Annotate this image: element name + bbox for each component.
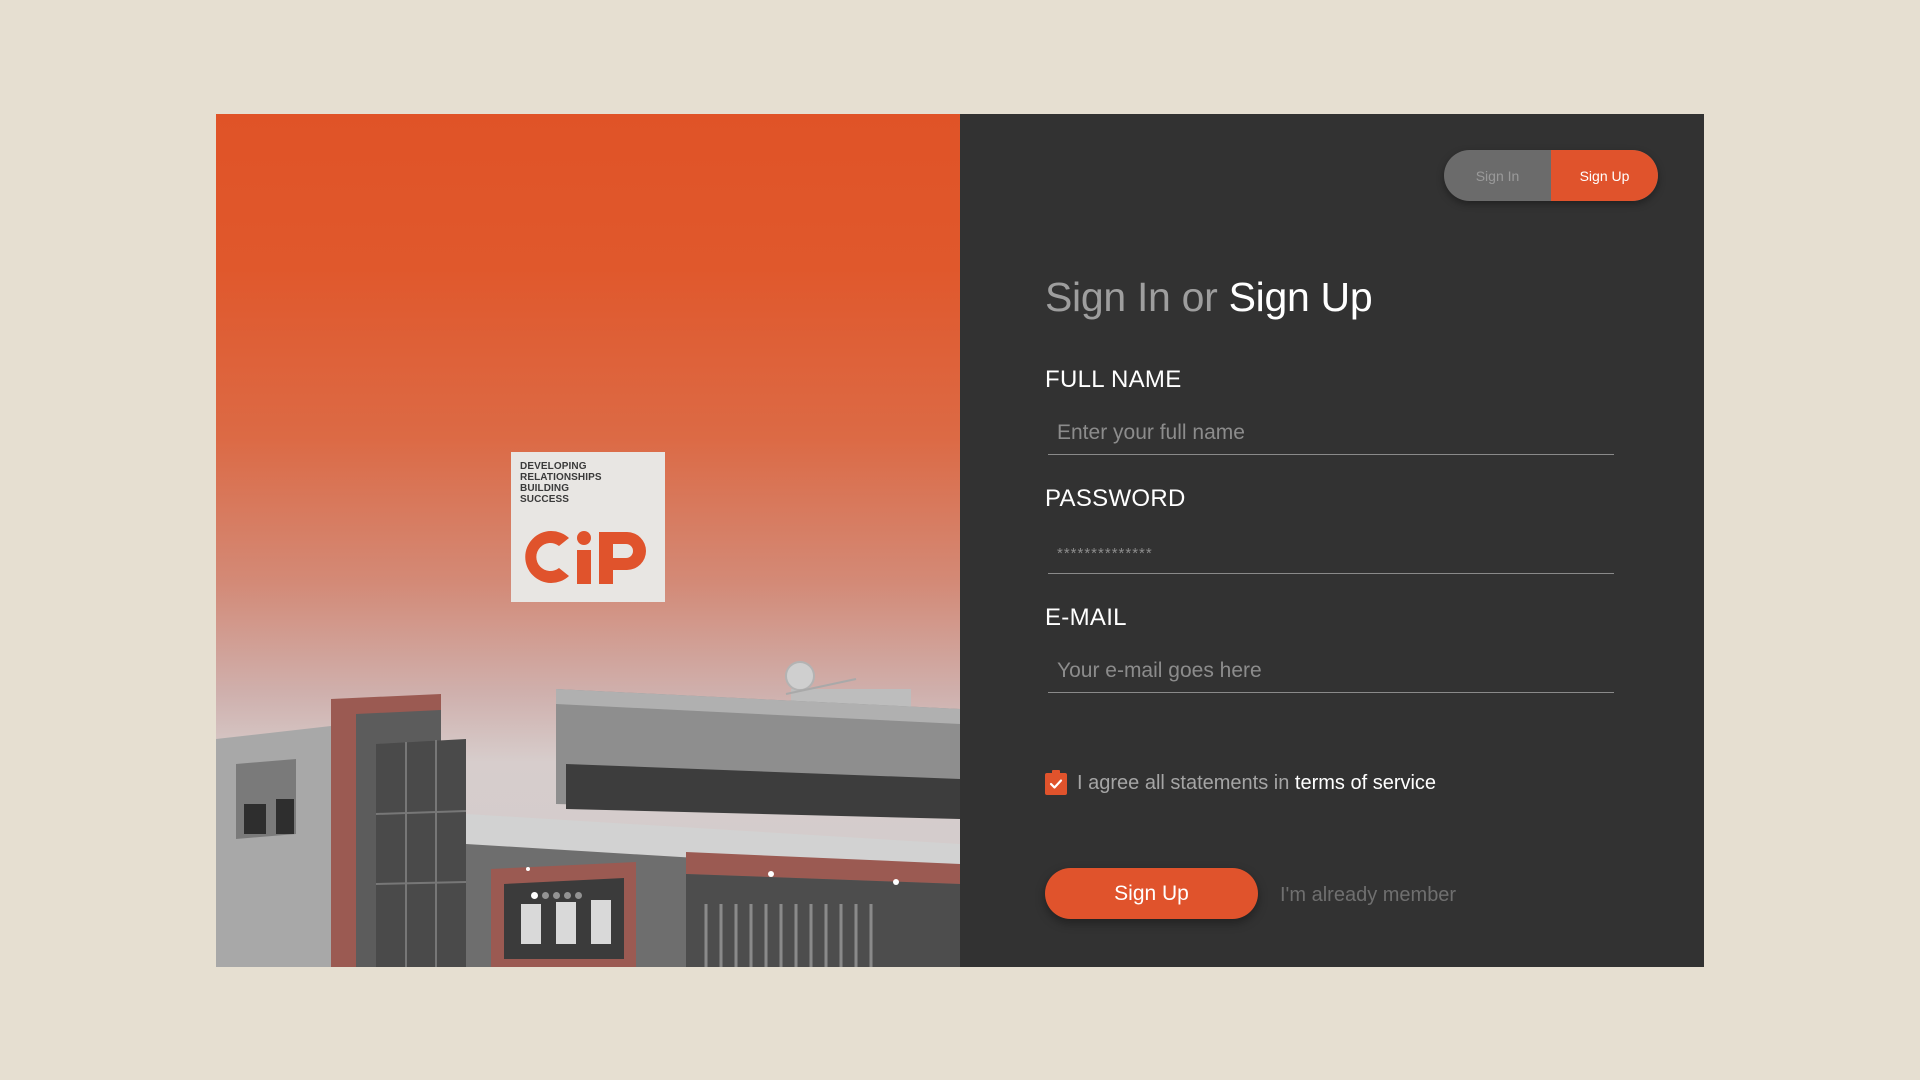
carousel-dots — [531, 892, 582, 899]
auth-mode-toggle: Sign In Sign Up — [1444, 150, 1658, 201]
form-panel: Sign In Sign Up Sign In or Sign Up FULL … — [960, 114, 1704, 967]
password-input[interactable] — [1048, 530, 1614, 574]
sign-up-button[interactable]: Sign Up — [1045, 868, 1258, 919]
terms-text: I agree all statements in terms of servi… — [1077, 772, 1436, 795]
email-input[interactable] — [1048, 649, 1614, 693]
carousel-dot[interactable] — [542, 892, 549, 899]
clipboard-check-icon[interactable] — [1045, 769, 1067, 795]
company-logo: DEVELOPING RELATIONSHIPS BUILDING SUCCES… — [511, 452, 665, 602]
cip-logo-mark — [525, 531, 646, 584]
carousel-dot[interactable] — [564, 892, 571, 899]
logo-tagline-line: BUILDING — [520, 483, 570, 494]
carousel-dot[interactable] — [531, 892, 538, 899]
logo-tagline-line: RELATIONSHIPS — [520, 472, 602, 483]
title-sign-up: Sign Up — [1228, 274, 1373, 320]
toggle-sign-up[interactable]: Sign Up — [1551, 150, 1658, 201]
hero-panel: DEVELOPING RELATIONSHIPS BUILDING SUCCES… — [216, 114, 960, 967]
email-label: E-MAIL — [1045, 604, 1127, 631]
terms-of-service-link[interactable]: terms of service — [1295, 772, 1436, 794]
logo-tagline-line: SUCCESS — [520, 494, 570, 505]
full-name-label: FULL NAME — [1045, 366, 1182, 393]
auth-card: DEVELOPING RELATIONSHIPS BUILDING SUCCES… — [216, 114, 1704, 967]
title-sign-in: Sign In — [1045, 274, 1171, 320]
page-title: Sign In or Sign Up — [1045, 274, 1373, 321]
logo-tagline: DEVELOPING RELATIONSHIPS BUILDING SUCCES… — [520, 461, 602, 505]
carousel-dot[interactable] — [575, 892, 582, 899]
password-label: PASSWORD — [1045, 485, 1186, 512]
already-member-link[interactable]: I'm already member — [1280, 884, 1456, 907]
terms-agreement: I agree all statements in terms of servi… — [1045, 769, 1436, 795]
carousel-dot[interactable] — [553, 892, 560, 899]
title-or: or — [1181, 274, 1218, 320]
full-name-input[interactable] — [1048, 411, 1614, 455]
toggle-sign-in[interactable]: Sign In — [1444, 150, 1551, 201]
agree-statement: I agree all statements in — [1077, 772, 1290, 794]
logo-tagline-line: DEVELOPING — [520, 461, 587, 472]
